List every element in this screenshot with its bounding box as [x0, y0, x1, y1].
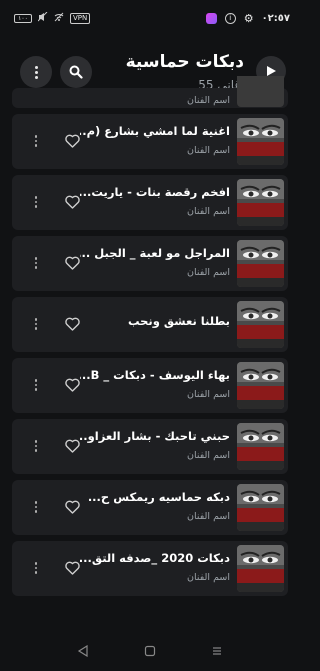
song-text: افخم رقصة بنات - ياريت... اسم الفنان	[80, 185, 230, 217]
song-title: بطلنا نعشق ونحب	[127, 314, 230, 328]
favorite-button[interactable]	[62, 192, 82, 212]
favorite-button[interactable]	[62, 558, 82, 578]
favorite-button[interactable]	[62, 436, 82, 456]
song-title: دبكات 2020 _صدفه التق...	[80, 551, 230, 565]
song-list-inner: اسم الفنان اغنية لما امشي بشارع (م... اس…	[0, 76, 300, 602]
heart-outline-icon	[64, 500, 80, 514]
song-options-button[interactable]	[26, 314, 46, 334]
menu-lines-icon	[212, 647, 221, 655]
favorite-button[interactable]	[62, 253, 82, 273]
song-text: دبكه حماسيه ريمكس ح... اسم الفنان	[80, 490, 230, 522]
heart-outline-icon	[64, 195, 80, 209]
battery-icon: ١٠٠	[14, 13, 32, 23]
screen: ١٠٠ VPN i ⚙ ٠٢:٥٧ دبكات حماسية 55 أغاني	[0, 0, 300, 671]
song-row-7[interactable]: دبكه حماسيه ريمكس ح... اسم الفنان	[12, 480, 288, 535]
song-thumbnail	[237, 362, 284, 409]
song-options-button[interactable]	[26, 375, 46, 395]
song-row-1[interactable]: اغنية لما امشي بشارع (م... اسم الفنان	[12, 114, 288, 169]
mute-icon	[37, 11, 48, 25]
more-vertical-icon	[34, 257, 38, 269]
status-right: i ⚙ ٠٢:٥٧	[205, 11, 290, 25]
song-text: المراجل مو لعبة _ الجبل ... اسم الفنان	[80, 246, 230, 278]
song-thumbnail	[237, 484, 284, 531]
song-thumbnail	[237, 118, 284, 165]
song-artist: اسم الفنان	[186, 389, 230, 400]
song-title: دبكه حماسيه ريمكس ح...	[87, 490, 230, 504]
home-square-icon	[144, 645, 156, 657]
song-artist: اسم الفنان	[186, 450, 230, 461]
more-vertical-icon	[34, 318, 38, 330]
heart-outline-icon	[64, 439, 80, 453]
song-title: افخم رقصة بنات - ياريت...	[80, 185, 230, 199]
song-text: دبكات 2020 _صدفه التق... اسم الفنان	[80, 551, 230, 583]
heart-outline-icon	[64, 256, 80, 270]
info-icon: i	[224, 12, 236, 24]
song-row-8[interactable]: دبكات 2020 _صدفه التق... اسم الفنان	[12, 541, 288, 596]
song-artist: اسم الفنان	[186, 145, 230, 156]
song-artist: اسم الفنان	[186, 511, 230, 522]
favorite-button[interactable]	[62, 314, 82, 334]
song-artist: اسم الفنان	[186, 206, 230, 217]
song-options-button[interactable]	[26, 558, 46, 578]
song-thumbnail	[237, 301, 284, 348]
recents-nav-button[interactable]	[207, 641, 227, 661]
gear-icon: ⚙	[243, 11, 254, 25]
song-text: حبني تاحبك - بشار العزاو... اسم الفنان	[80, 429, 230, 461]
status-left: ١٠٠ VPN	[14, 11, 91, 25]
back-triangle-icon	[78, 645, 88, 657]
favorite-button[interactable]	[62, 375, 82, 395]
song-thumbnail	[237, 240, 284, 287]
song-artist: اسم الفنان	[186, 267, 230, 278]
more-vertical-icon	[34, 440, 38, 452]
more-vertical-icon	[34, 501, 38, 513]
song-list[interactable]: اسم الفنان اغنية لما امشي بشارع (م... اس…	[0, 76, 300, 631]
song-options-button[interactable]	[26, 253, 46, 273]
more-vertical-icon	[34, 562, 38, 574]
song-row-2[interactable]: افخم رقصة بنات - ياريت... اسم الفنان	[12, 175, 288, 230]
song-text: اغنية لما امشي بشارع (م... اسم الفنان	[80, 124, 230, 156]
status-bar: ١٠٠ VPN i ⚙ ٠٢:٥٧	[0, 0, 300, 36]
song-row-partial[interactable]: اسم الفنان	[12, 76, 288, 108]
song-row-6[interactable]: حبني تاحبك - بشار العزاو... اسم الفنان	[12, 419, 288, 474]
song-artist: اسم الفنان	[186, 95, 230, 106]
song-thumbnail	[237, 179, 284, 226]
back-nav-button[interactable]	[73, 641, 93, 661]
more-vertical-icon	[34, 196, 38, 208]
song-title: اغنية لما امشي بشارع (م...	[80, 124, 230, 138]
playlist-title: دبكات حماسية	[125, 52, 244, 72]
song-thumbnail	[237, 76, 284, 107]
system-nav-bar	[0, 631, 300, 671]
more-vertical-icon	[34, 379, 38, 391]
song-row-5[interactable]: بهاء اليوسف - دبكات _ B... اسم الفنان	[12, 358, 288, 413]
song-row-4[interactable]: بطلنا نعشق ونحب	[12, 297, 288, 352]
app-notification-icon	[205, 12, 217, 24]
song-artist: اسم الفنان	[186, 572, 230, 583]
song-options-button[interactable]	[26, 192, 46, 212]
more-vertical-icon	[34, 135, 38, 147]
heart-outline-icon	[64, 317, 80, 331]
wifi-off-icon	[54, 12, 64, 25]
song-thumbnail	[237, 423, 284, 470]
song-options-button[interactable]	[26, 497, 46, 517]
heart-outline-icon	[64, 134, 80, 148]
song-options-button[interactable]	[26, 436, 46, 456]
song-title: حبني تاحبك - بشار العزاو...	[80, 429, 230, 443]
clock: ٠٢:٥٧	[261, 12, 290, 24]
song-title: بهاء اليوسف - دبكات _ B...	[80, 368, 230, 382]
vpn-badge: VPN	[70, 12, 91, 24]
song-row-3[interactable]: المراجل مو لعبة _ الجبل ... اسم الفنان	[12, 236, 288, 291]
favorite-button[interactable]	[62, 497, 82, 517]
favorite-button[interactable]	[62, 131, 82, 151]
heart-outline-icon	[64, 378, 80, 392]
home-nav-button[interactable]	[140, 641, 160, 661]
heart-outline-icon	[64, 561, 80, 575]
song-options-button[interactable]	[26, 131, 46, 151]
song-thumbnail	[237, 545, 284, 592]
song-text: بهاء اليوسف - دبكات _ B... اسم الفنان	[80, 368, 230, 400]
song-title: المراجل مو لعبة _ الجبل ...	[80, 246, 230, 260]
song-text: بطلنا نعشق ونحب	[80, 314, 230, 328]
